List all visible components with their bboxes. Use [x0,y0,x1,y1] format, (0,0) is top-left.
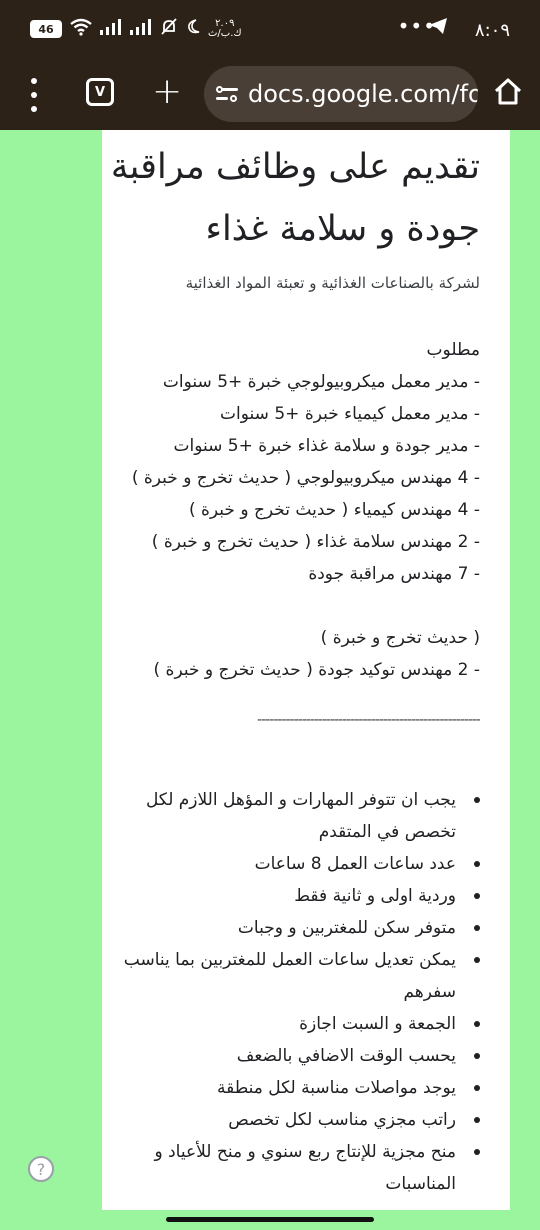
job-line: - 2 مهندس توكيد جودة ( حديث تخرج و خبرة … [153,660,481,680]
dot-icon [31,106,37,112]
list-item: يمكن تعديل ساعات العمل للمغتربين بما ينا… [110,944,480,1008]
dot-icon [31,92,37,98]
gesture-nav-bar [0,1210,540,1230]
jobs-section: مطلوب - مدير معمل ميكروبيولوجي خبرة +5 س… [110,334,480,686]
telegram-icon [428,16,448,40]
status-icons: 46 ٢.٠٩ ك.ب/ث [30,18,242,40]
job-line: ( حديث تخرج و خبرة ) [320,628,480,648]
address-bar[interactable]: docs.google.com/fo [204,66,478,122]
dot-icon [31,78,37,84]
list-item: يوجد مواصلات مناسبة لكل منطقة [110,1072,480,1104]
form-document: تقديم على وظائف مراقبة جودة و سلامة غذاء… [102,130,510,1210]
form-description: تقديم على وظائف مراقبة جودة و سلامة غذاء… [102,136,510,1200]
status-bar: 46 ٢.٠٩ ك.ب/ث ••• ٨:٠٩ [0,0,540,60]
job-line: - مدير معمل كيمياء خبرة +5 سنوات [220,404,480,424]
title-line: تقديم على وظائف مراقبة [110,147,480,187]
home-button[interactable] [492,76,524,110]
browser-menu-button[interactable] [24,78,44,112]
required-header: مطلوب [426,340,480,360]
moon-icon [186,19,200,39]
site-settings-icon[interactable] [216,84,238,104]
separator-line: ----------------------------------------… [257,712,480,728]
job-line: - 4 مهندس كيمياء ( حديث تخرج و خبرة ) [188,500,480,520]
job-line: - 4 مهندس ميكروبيولوجي ( حديث تخرج و خبر… [131,468,480,488]
list-item: منح مجزية للإنتاج ربع سنوي و منح للأعياد… [110,1136,480,1200]
list-item: يحسب الوقت الاضافي بالضعف [110,1040,480,1072]
clock: ٨:٠٩ [474,20,510,41]
conditions-list: يجب ان تتوفر المهارات و المؤهل اللازم لك… [110,784,480,1200]
job-line: - 7 مهندس مراقبة جودة [308,564,480,584]
muted-bell-icon [160,18,178,40]
tab-switcher-button[interactable]: V [86,78,114,106]
signal-icon [100,19,122,39]
signal-icon-2 [130,19,152,39]
home-gesture-handle[interactable] [166,1217,374,1222]
form-title: تقديم على وظائف مراقبة جودة و سلامة غذاء [110,136,480,260]
list-item: متوفر سكن للمغتربين و وجبات [110,912,480,944]
job-line: - مدير جودة و سلامة غذاء خبرة +5 سنوات [173,436,480,456]
wifi-icon [70,18,92,40]
list-item: عدد ساعات العمل 8 ساعات [110,848,480,880]
url-text: docs.google.com/fo [248,80,478,108]
job-line: - 2 مهندس سلامة غذاء ( حديث تخرج و خبرة … [151,532,480,552]
list-item: الجمعة و السبت اجازة [110,1008,480,1040]
home-icon [494,78,522,105]
help-button[interactable]: ? [28,1156,54,1182]
list-item: يجب ان تتوفر المهارات و المؤهل اللازم لك… [110,784,480,848]
form-subtitle: لشركة بالصناعات الغذائية و تعبئة المواد … [185,274,480,292]
browser-toolbar: V + docs.google.com/fo [0,60,540,130]
title-line: جودة و سلامة غذاء [205,209,481,249]
job-line: - مدير معمل ميكروبيولوجي خبرة +5 سنوات [162,372,480,392]
new-tab-button[interactable]: + [152,70,182,114]
list-item: وردية اولى و ثانية فقط [110,880,480,912]
list-item: راتب مجزي مناسب لكل تخصص [110,1104,480,1136]
data-rate: ٢.٠٩ ك.ب/ث [208,18,242,39]
battery-icon: 46 [30,20,62,38]
battery-level: 46 [38,22,54,36]
